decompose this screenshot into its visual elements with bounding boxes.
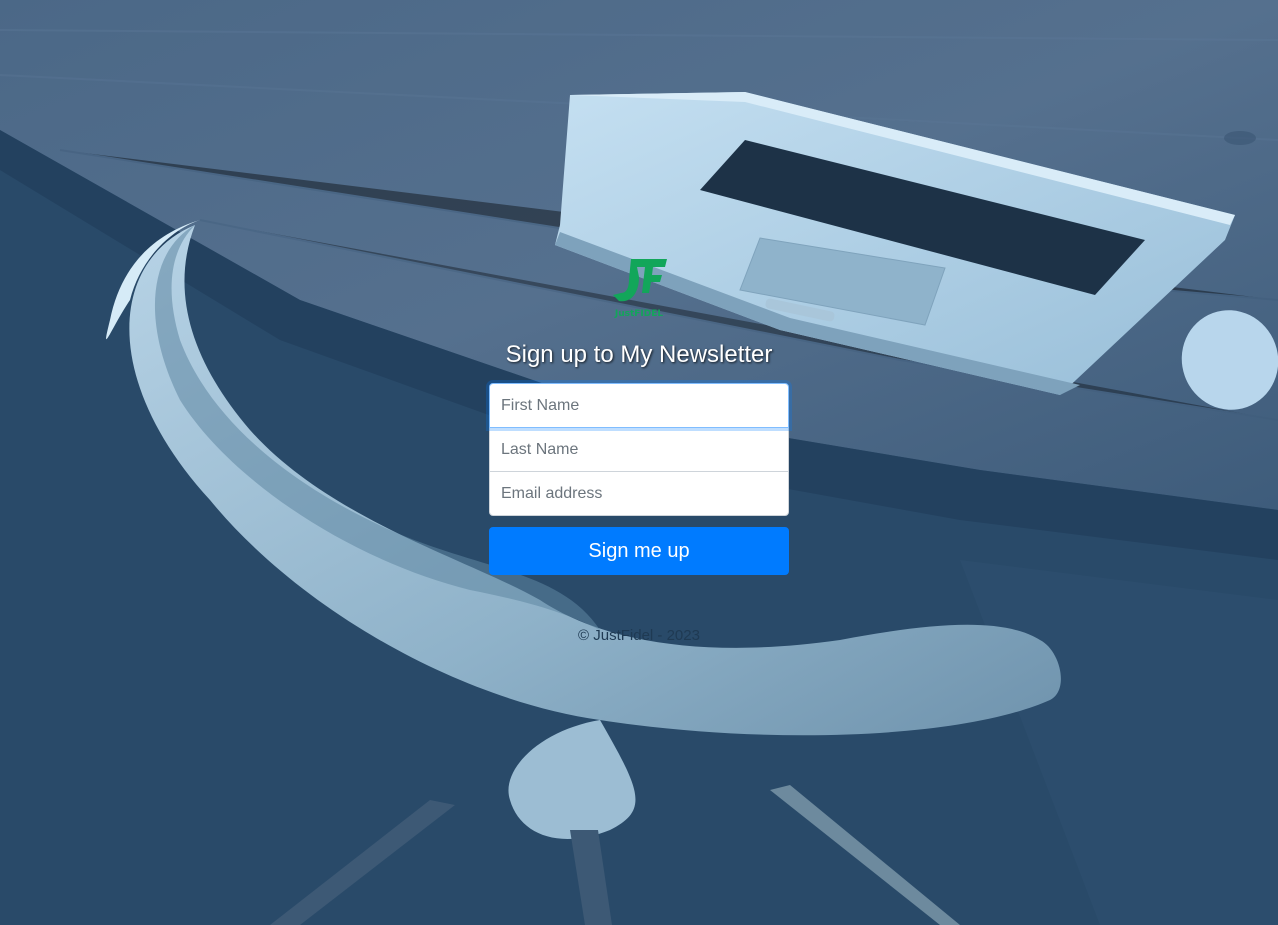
signup-form: JustFIDEL Sign up to My Newsletter Sign … <box>489 255 789 644</box>
last-name-input[interactable] <box>489 427 789 472</box>
first-name-input[interactable] <box>489 383 789 428</box>
copyright-text: © JustFidel - 2023 <box>578 627 700 644</box>
sign-me-up-button[interactable]: Sign me up <box>489 527 789 575</box>
form-fields <box>489 383 789 516</box>
logo-text: JustFIDEL <box>614 309 664 319</box>
email-input[interactable] <box>489 471 789 516</box>
justfidel-logo: JustFIDEL <box>613 259 667 319</box>
page-title: Sign up to My Newsletter <box>505 341 773 368</box>
